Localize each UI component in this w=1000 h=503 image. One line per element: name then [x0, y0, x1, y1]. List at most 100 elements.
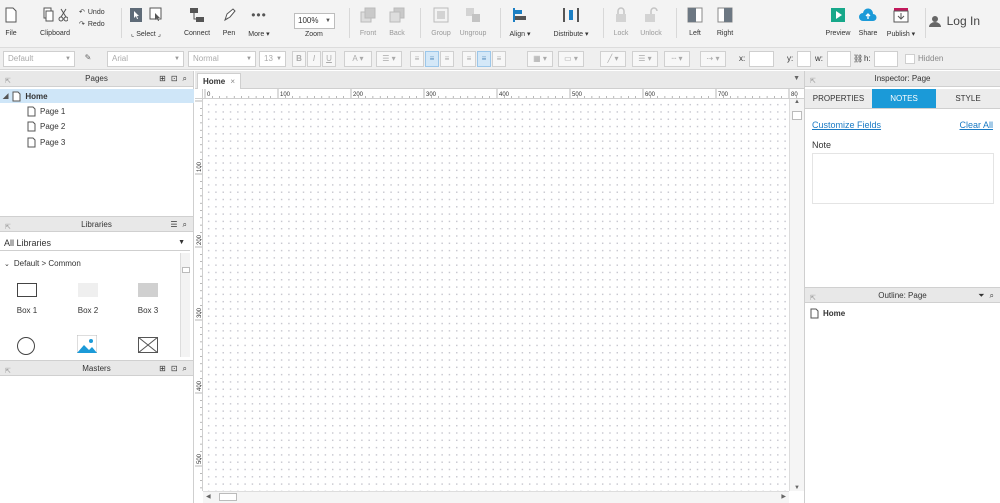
- scroll-thumb[interactable]: [182, 267, 190, 273]
- scroll-thumb[interactable]: [219, 493, 237, 501]
- underline-button[interactable]: U: [322, 51, 336, 67]
- ruler-label: 0: [207, 92, 211, 98]
- align-left-button[interactable]: ≡: [410, 51, 424, 67]
- pin-icon[interactable]: ⇱: [5, 220, 11, 236]
- valign-top-button[interactable]: ≡: [462, 51, 476, 67]
- pin-icon[interactable]: ⇱: [5, 74, 11, 90]
- add-folder-icon[interactable]: ⊡: [171, 71, 178, 87]
- shadow-button[interactable]: ▭ ▾: [558, 51, 584, 67]
- add-folder-icon[interactable]: ⊡: [171, 361, 178, 377]
- widget-box-2[interactable]: Box 2: [66, 283, 110, 315]
- unlock-button[interactable]: Unlock: [638, 4, 664, 44]
- pen-button[interactable]: Pen: [220, 4, 238, 44]
- clipboard-button[interactable]: Clipboard: [38, 4, 72, 44]
- customize-fields-link[interactable]: Customize Fields: [812, 120, 881, 130]
- line-width-button[interactable]: ☰ ▾: [632, 51, 658, 67]
- chevron-down-icon[interactable]: ▼: [793, 75, 800, 82]
- ellipse-widget-icon[interactable]: [17, 337, 35, 355]
- page-item[interactable]: Page 3: [27, 137, 65, 148]
- group-button[interactable]: Group: [429, 4, 453, 44]
- valign-bottom-button[interactable]: ≡: [492, 51, 506, 67]
- zoom-select[interactable]: 100% ▼: [294, 13, 335, 29]
- menu-icon[interactable]: ☰: [170, 217, 177, 233]
- style-edit-icon[interactable]: ✎: [81, 51, 95, 67]
- filter-icon[interactable]: ⏷: [978, 288, 984, 304]
- tab-properties[interactable]: PROPERTIES: [805, 89, 872, 109]
- add-page-icon[interactable]: ⊞: [159, 71, 166, 87]
- image-widget-icon[interactable]: [77, 335, 97, 353]
- canvas-vertical-scrollbar[interactable]: ▲ ▼: [789, 99, 804, 491]
- design-canvas[interactable]: [203, 99, 789, 491]
- more-button[interactable]: ••• More ▾: [247, 4, 271, 44]
- widget-box-3[interactable]: Box 3: [126, 283, 170, 315]
- x-input[interactable]: [749, 51, 774, 67]
- search-icon[interactable]: ⌕: [183, 361, 187, 377]
- connect-button[interactable]: Connect: [184, 4, 210, 44]
- front-button[interactable]: Front: [358, 4, 378, 44]
- pin-icon[interactable]: ⇱: [810, 74, 816, 90]
- widget-box-1[interactable]: Box 1: [5, 283, 49, 315]
- page-item[interactable]: Page 1: [27, 106, 65, 117]
- undo-button[interactable]: ↶ Undo: [79, 8, 105, 17]
- scroll-right-icon[interactable]: ▶: [781, 493, 786, 500]
- tab-notes[interactable]: NOTES: [872, 89, 936, 109]
- bullet-button[interactable]: ☰ ▾: [376, 51, 402, 67]
- y-input[interactable]: [797, 51, 811, 67]
- outline-item-home[interactable]: Home: [810, 308, 845, 319]
- height-input[interactable]: [874, 51, 898, 67]
- search-icon[interactable]: ⌕: [183, 217, 187, 233]
- font-select[interactable]: Arial ▼: [107, 51, 184, 67]
- add-master-icon[interactable]: ⊞: [159, 361, 166, 377]
- italic-button[interactable]: I: [307, 51, 321, 67]
- tab-style[interactable]: STYLE: [936, 89, 1000, 109]
- clear-all-link[interactable]: Clear All: [959, 120, 993, 130]
- lock-button[interactable]: Lock: [611, 4, 631, 44]
- style-select[interactable]: Default ▼: [3, 51, 75, 67]
- width-input[interactable]: [827, 51, 851, 67]
- constrain-icon[interactable]: ⛓: [853, 54, 863, 63]
- font-weight-select[interactable]: Normal ▼: [188, 51, 256, 67]
- arrow-style-button[interactable]: ⇢ ▾: [700, 51, 726, 67]
- placeholder-widget-icon[interactable]: [138, 337, 158, 353]
- line-style-button[interactable]: ┄ ▾: [664, 51, 690, 67]
- collapse-icon[interactable]: ◢: [3, 92, 8, 100]
- valign-middle-button[interactable]: ≡: [477, 51, 491, 67]
- tab-home[interactable]: Home ×: [197, 73, 241, 89]
- line-color-button[interactable]: ╱ ▾: [600, 51, 626, 67]
- left-button[interactable]: Left: [686, 4, 704, 44]
- share-button[interactable]: Share: [857, 4, 879, 44]
- library-group[interactable]: ⌄ Default > Common: [4, 259, 81, 268]
- library-scrollbar[interactable]: [180, 253, 190, 357]
- ungroup-button[interactable]: Ungroup: [458, 4, 488, 44]
- pin-icon[interactable]: ⇱: [5, 364, 11, 380]
- font-size-select[interactable]: 13 ▼: [259, 51, 286, 67]
- back-button[interactable]: Back: [387, 4, 407, 44]
- align-center-button[interactable]: ≡: [425, 51, 439, 67]
- publish-button[interactable]: Publish ▾: [885, 4, 917, 44]
- scroll-up-icon[interactable]: ▲: [794, 99, 800, 105]
- bold-button[interactable]: B: [292, 51, 306, 67]
- align-right-button[interactable]: ≡: [440, 51, 454, 67]
- distribute-button[interactable]: Distribute ▾: [551, 4, 591, 44]
- select-button[interactable]: ⌞ Select ⌟: [128, 4, 164, 44]
- hidden-checkbox[interactable]: [905, 54, 915, 64]
- file-button[interactable]: File: [3, 4, 19, 44]
- scroll-down-icon[interactable]: ▼: [794, 485, 800, 491]
- canvas-horizontal-scrollbar[interactable]: ◀ ▶: [203, 491, 789, 503]
- page-item-home[interactable]: ◢ Home: [0, 89, 194, 103]
- align-button[interactable]: Align ▾: [508, 4, 532, 44]
- right-button[interactable]: Right: [715, 4, 735, 44]
- search-icon[interactable]: ⌕: [183, 71, 187, 87]
- library-select[interactable]: All Libraries ▼: [0, 235, 190, 251]
- fill-color-button[interactable]: ▦ ▾: [527, 51, 553, 67]
- page-item[interactable]: Page 2: [27, 121, 65, 132]
- search-icon[interactable]: ⌕: [990, 288, 994, 304]
- note-textarea[interactable]: [812, 153, 994, 204]
- scroll-thumb[interactable]: [792, 111, 802, 120]
- redo-button[interactable]: ↷ Redo: [79, 20, 105, 29]
- preview-button[interactable]: Preview: [824, 4, 852, 44]
- scroll-left-icon[interactable]: ◀: [206, 493, 211, 500]
- login-button[interactable]: Log In: [928, 14, 980, 28]
- close-icon[interactable]: ×: [230, 77, 235, 86]
- font-color-button[interactable]: A ▾: [344, 51, 372, 67]
